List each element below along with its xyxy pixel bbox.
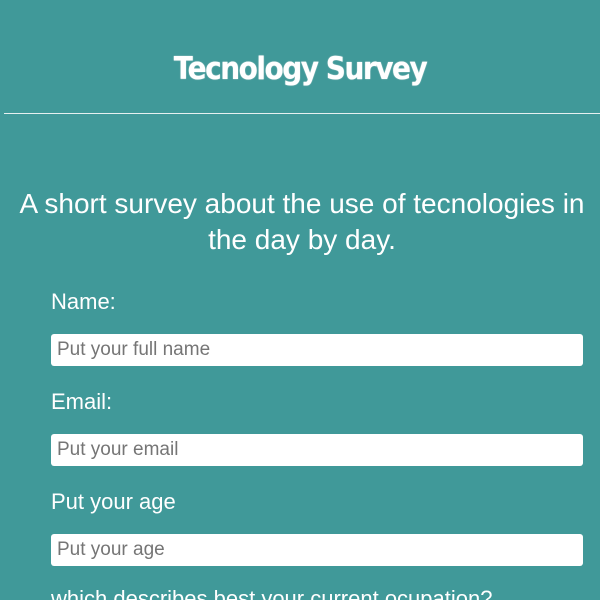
survey-page: Tecnology Survey A short survey about th…	[0, 0, 600, 600]
age-label: Put your age	[51, 489, 176, 514]
name-label: Name:	[51, 289, 116, 314]
name-input[interactable]	[51, 334, 583, 366]
email-input[interactable]	[51, 434, 583, 466]
page-title: Tecnology Survey	[173, 50, 428, 87]
email-label: Email:	[51, 389, 113, 414]
title-divider	[4, 113, 600, 114]
occupation-question-label: which describes best your current ocupat…	[51, 586, 493, 600]
survey-description: A short survey about the use of tecnolog…	[19, 188, 585, 255]
age-input[interactable]	[51, 534, 583, 566]
